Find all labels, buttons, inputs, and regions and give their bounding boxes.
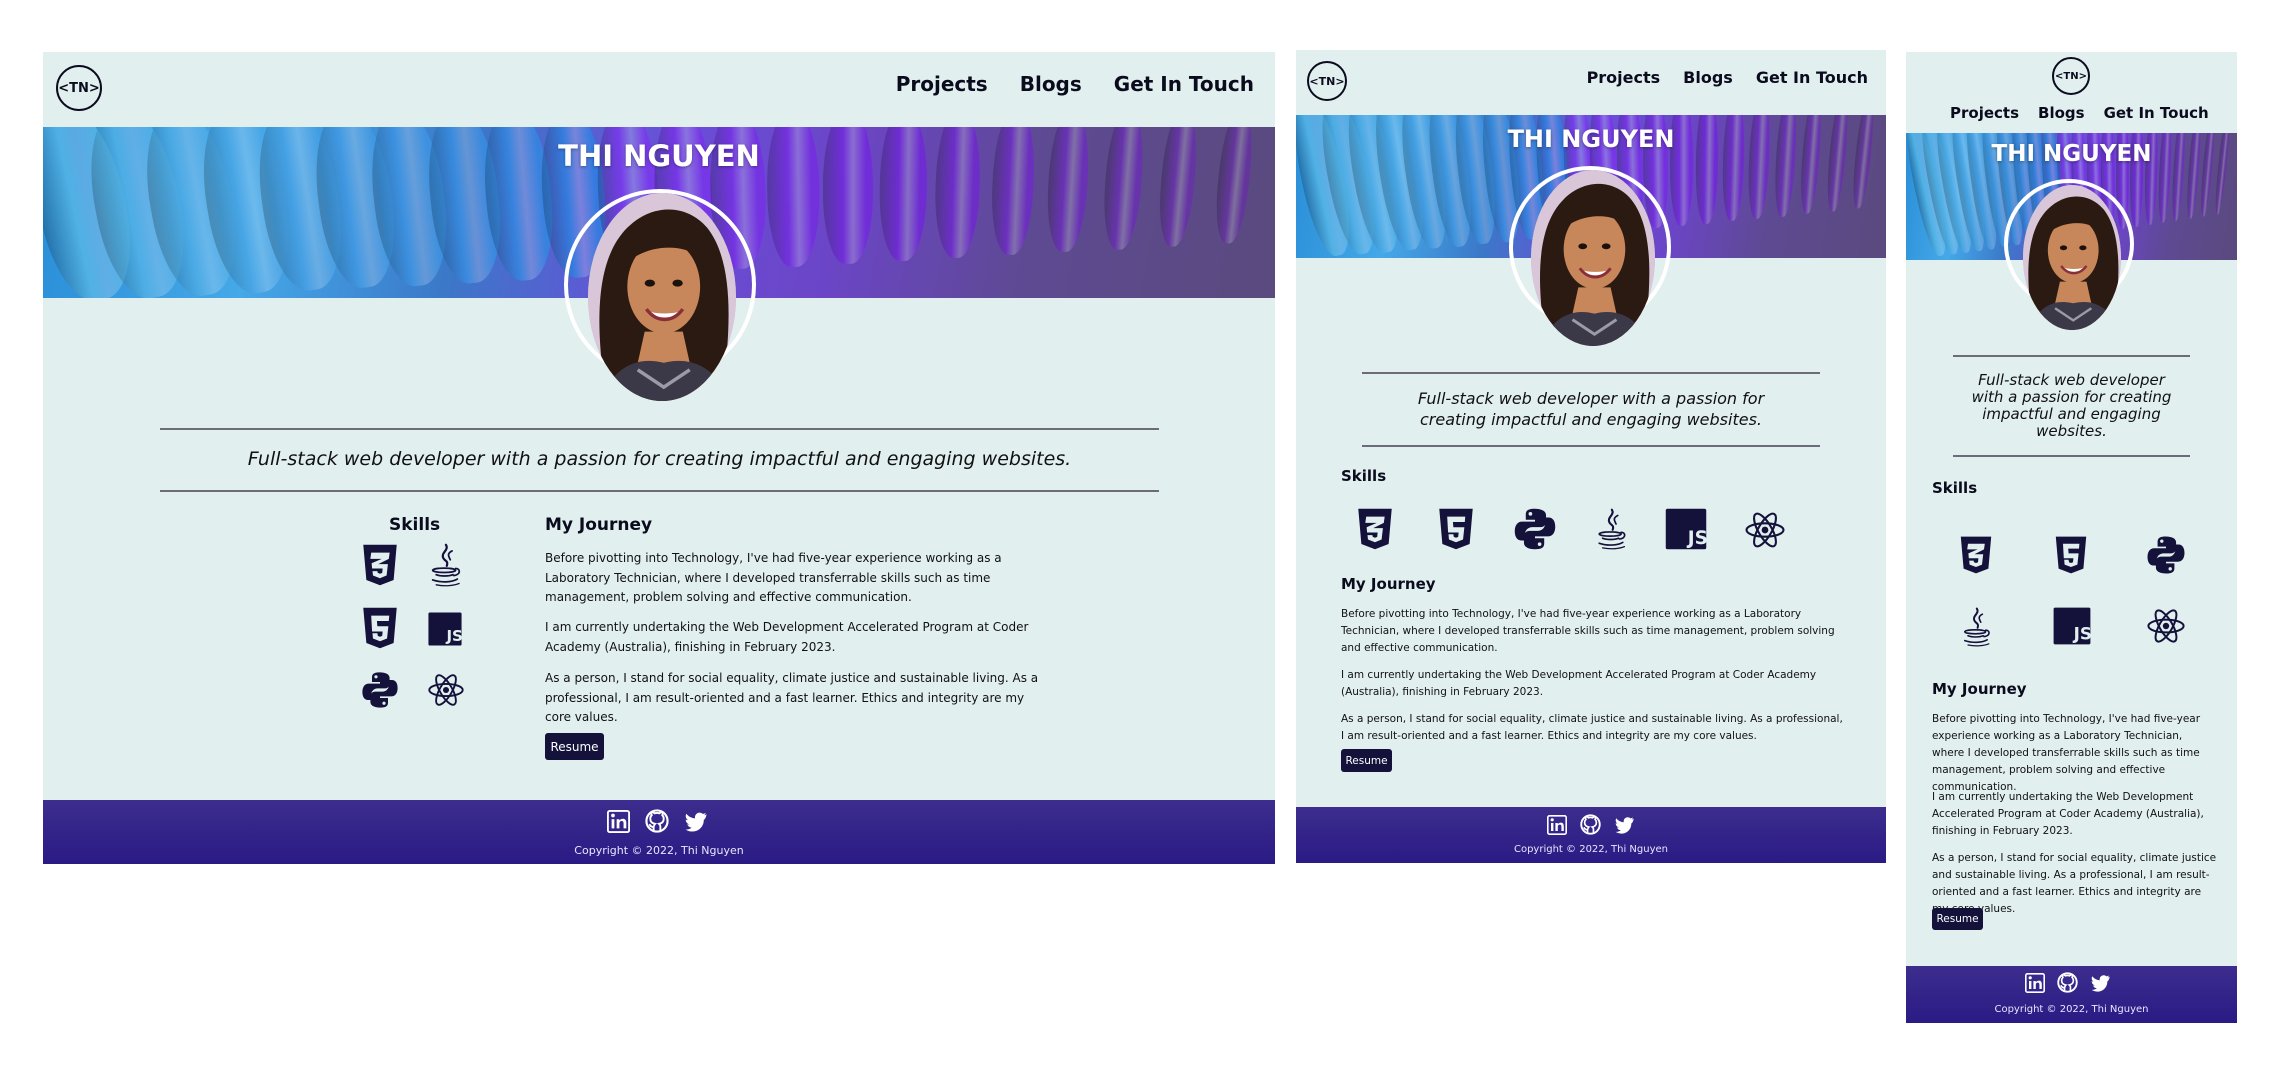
nav-projects-link[interactable]: Projects (1587, 68, 1661, 87)
javascript-icon (2052, 605, 2092, 647)
nav-projects-link[interactable]: Projects (1950, 104, 2019, 122)
header: <TN> Projects Blogs Get In Touch (1296, 50, 1886, 115)
social-links (2025, 972, 2112, 993)
css3-icon (1353, 506, 1397, 552)
copyright: Copyright © 2022, Thi Nguyen (1513, 844, 1668, 855)
journey-paragraph: As a person, I stand for social equality… (1341, 713, 1843, 742)
journey-paragraph: Before pivotting into Technology, I've h… (1932, 713, 2201, 793)
footer: Copyright © 2022, Thi Nguyen (1906, 966, 2237, 1023)
nav-projects-link[interactable]: Projects (896, 72, 988, 96)
profile-photo (1531, 170, 1655, 346)
github-icon[interactable] (645, 809, 669, 833)
css3-icon (1956, 531, 1996, 579)
skills-title: Skills (1932, 479, 1978, 497)
python-icon (2145, 533, 2187, 577)
linkedin-icon[interactable] (2025, 973, 2045, 993)
profile-photo (588, 193, 736, 401)
java-icon (423, 541, 467, 589)
tagline: Full-stack web developer with a passion … (1971, 371, 2172, 440)
html5-icon (2051, 531, 2091, 579)
java-icon (1956, 601, 1996, 653)
journey-paragraph: I am currently undertaking the Web Devel… (1932, 791, 2204, 837)
avatar (588, 193, 736, 401)
footer: Copyright © 2022, Thi Nguyen (43, 800, 1275, 864)
nav-blogs-link[interactable]: Blogs (1020, 72, 1082, 96)
tagline-rule-top (1362, 372, 1820, 374)
tagline-rule-top (1953, 355, 2190, 357)
nav-links: Projects Blogs Get In Touch (1587, 68, 1868, 87)
nav-blogs-link[interactable]: Blogs (1683, 68, 1733, 87)
skills-title: Skills (389, 515, 441, 535)
css3-icon (358, 543, 402, 587)
python-icon (1512, 506, 1558, 552)
python-icon (360, 670, 400, 710)
tagline-rule-bottom (160, 490, 1159, 492)
social-links (607, 809, 709, 833)
react-icon (1742, 509, 1788, 551)
banner-name: THI NGUYEN (1991, 141, 2152, 167)
journey-title: My Journey (545, 515, 653, 535)
journey-paragraph: As a person, I stand for social equality… (545, 671, 1039, 724)
nav-links: Projects Blogs Get In Touch (1950, 104, 2209, 122)
banner-name: THI NGUYEN (558, 139, 760, 173)
github-icon[interactable] (1580, 814, 1601, 835)
tagline-rule-top (160, 428, 1159, 430)
linkedin-icon[interactable] (1547, 815, 1567, 835)
banner-name: THI NGUYEN (1507, 125, 1675, 153)
resume-button[interactable]: Resume (545, 733, 604, 760)
tablet-preview: <TN> Projects Blogs Get In Touch THI NGU… (1296, 50, 1886, 863)
github-icon[interactable] (2057, 972, 2078, 993)
logo[interactable]: <TN> (1307, 61, 1347, 101)
nav-get-in-touch-link[interactable]: Get In Touch (1756, 68, 1868, 87)
twitter-icon[interactable] (2090, 973, 2112, 992)
tagline-rule-bottom (1362, 445, 1820, 447)
journey-paragraph: I am currently undertaking the Web Devel… (1341, 669, 1817, 698)
html5-icon (1434, 506, 1478, 552)
social-links (1547, 814, 1636, 835)
logo[interactable]: <TN> (56, 65, 102, 111)
twitter-icon[interactable] (684, 810, 709, 832)
nav-blogs-link[interactable]: Blogs (2038, 104, 2085, 122)
skills-title: Skills (1341, 467, 1387, 485)
header: <TN> Projects Blogs Get In Touch (1906, 52, 2237, 133)
java-icon (1590, 504, 1632, 554)
tagline: Full-stack web developer with a passion … (1417, 389, 1765, 429)
resume-button[interactable]: Resume (1932, 908, 1983, 930)
nav-get-in-touch-link[interactable]: Get In Touch (1114, 72, 1254, 96)
desktop-preview: <TN> Projects Blogs Get In Touch THI NGU… (43, 52, 1275, 864)
journey-title: My Journey (1932, 680, 2027, 698)
journey-paragraph: I am currently undertaking the Web Devel… (545, 620, 1029, 654)
react-icon (2145, 606, 2187, 646)
footer: Copyright © 2022, Thi Nguyen (1296, 807, 1886, 863)
avatar (1531, 170, 1655, 346)
react-icon (427, 671, 465, 709)
twitter-icon[interactable] (1614, 815, 1636, 834)
mobile-preview: <TN> Projects Blogs Get In Touch THI NGU… (1906, 52, 2237, 1023)
javascript-icon (427, 611, 463, 647)
avatar (2023, 185, 2121, 330)
html5-icon (358, 606, 402, 650)
logo[interactable]: <TN> (2052, 57, 2090, 95)
journey-paragraph: Before pivotting into Technology, I've h… (1341, 608, 1835, 654)
tagline: Full-stack web developer with a passion … (247, 448, 1072, 470)
copyright: Copyright © 2022, Thi Nguyen (574, 844, 744, 857)
javascript-icon (1664, 507, 1708, 551)
tagline-rule-bottom (1953, 455, 2190, 457)
profile-photo (2023, 185, 2121, 330)
header: <TN> Projects Blogs Get In Touch (43, 52, 1275, 127)
journey-title: My Journey (1341, 575, 1436, 593)
journey-paragraph: Before pivotting into Technology, I've h… (545, 551, 1002, 604)
nav-get-in-touch-link[interactable]: Get In Touch (2104, 104, 2209, 122)
nav-links: Projects Blogs Get In Touch (896, 72, 1254, 96)
copyright: Copyright © 2022, Thi Nguyen (1994, 1004, 2149, 1015)
resume-button[interactable]: Resume (1341, 749, 1392, 772)
linkedin-icon[interactable] (607, 810, 630, 833)
